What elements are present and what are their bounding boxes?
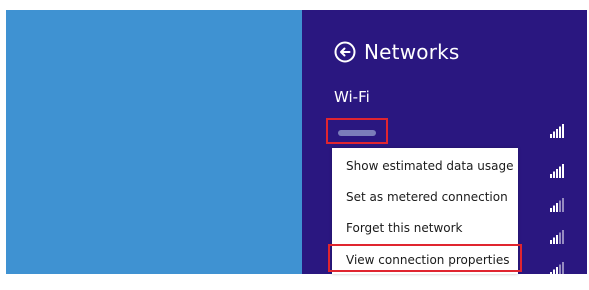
page-title: Networks [364,40,460,64]
wifi-signal-icon [550,124,564,138]
desktop-background [6,10,302,274]
panel-header: Networks [334,34,460,70]
screenshot-frame: Networks Wi-Fi Show estimated data usage… [0,0,589,290]
wifi-signal-icon [550,230,564,244]
wifi-signal-icon [550,262,564,276]
menu-item-set-metered[interactable]: Set as metered connection [332,183,518,211]
menu-item-view-properties[interactable]: View connection properties [328,244,522,272]
redacted-ssid [338,130,376,136]
section-label-wifi: Wi-Fi [334,88,370,106]
wifi-signal-icon [550,164,564,178]
menu-item-show-data-usage[interactable]: Show estimated data usage [332,152,518,180]
wifi-signal-icon [550,198,564,212]
menu-item-forget-network[interactable]: Forget this network [332,214,518,242]
network-item-selected[interactable] [326,118,564,150]
network-name-redacted [326,118,388,144]
networks-charm-panel: Networks Wi-Fi Show estimated data usage… [302,10,587,276]
back-arrow-circle-icon[interactable] [334,41,356,63]
network-context-menu: Show estimated data usage Set as metered… [328,148,522,274]
